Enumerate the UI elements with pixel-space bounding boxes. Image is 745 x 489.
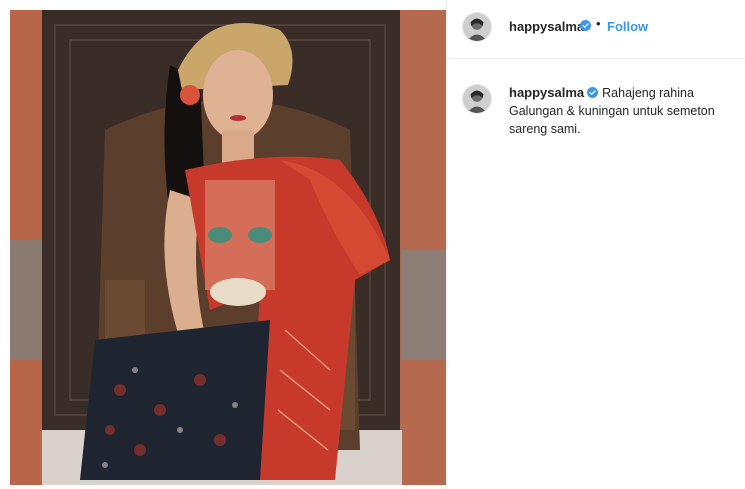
header-separator: • xyxy=(596,16,601,31)
verified-badge-icon xyxy=(587,87,599,98)
profile-avatar[interactable] xyxy=(462,12,492,42)
profile-avatar[interactable] xyxy=(462,84,492,114)
follow-button[interactable]: Follow xyxy=(607,19,648,34)
caption-body: happysalma Rahajeng rahina Galungan & kun… xyxy=(509,84,719,138)
post-photo[interactable] xyxy=(10,10,446,485)
caption-username[interactable]: happysalma xyxy=(509,85,584,100)
verified-badge-icon xyxy=(580,20,591,31)
header-username[interactable]: happysalma xyxy=(509,19,584,34)
header-divider xyxy=(447,58,745,59)
pane-divider xyxy=(446,0,447,489)
post-photo-image xyxy=(10,10,446,485)
post-header: happysalma • Follow xyxy=(447,0,745,57)
instagram-post: happysalma • Follow happysalma Rahajeng r… xyxy=(0,0,745,489)
